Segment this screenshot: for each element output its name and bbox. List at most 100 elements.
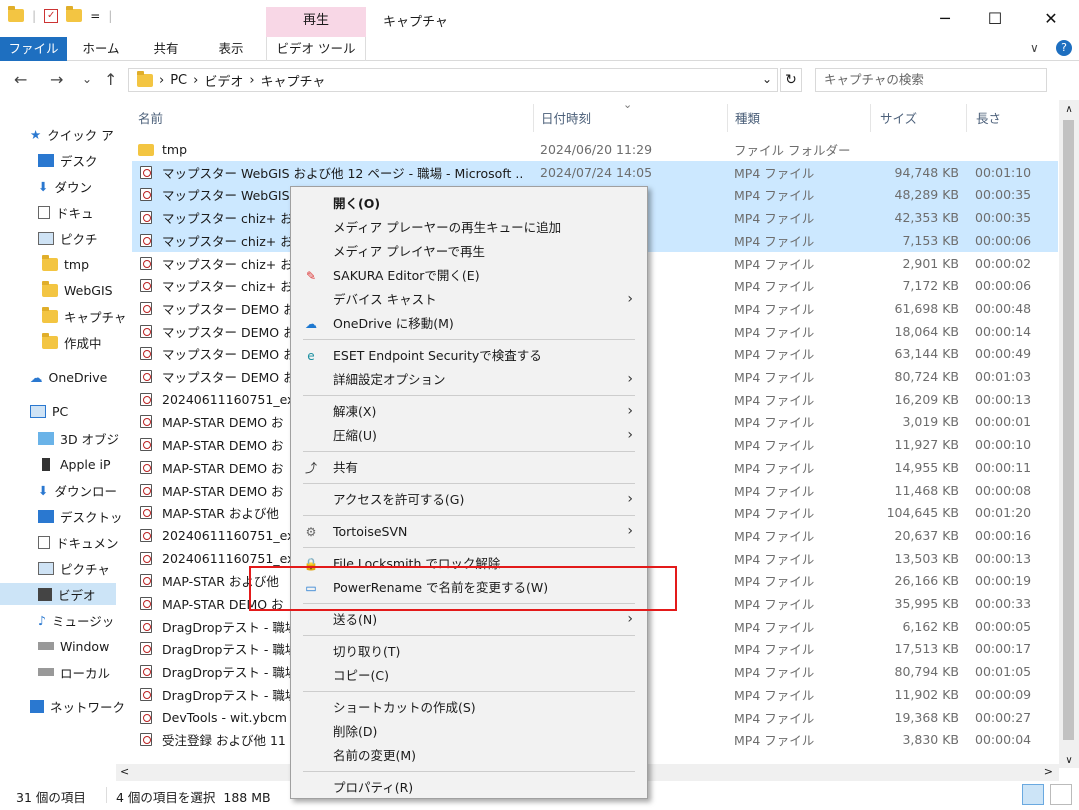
scroll-up-icon[interactable]: ∧ xyxy=(1059,104,1079,115)
column-header-date[interactable]: 日付時刻 xyxy=(541,108,591,130)
menu-item-label: 圧縮(U) xyxy=(333,428,377,443)
table-row[interactable]: tmp 2024/06/20 11:29 ファイル フォルダー xyxy=(132,138,1058,161)
sakura-icon: ✎ xyxy=(305,269,317,283)
file-type: MP4 ファイル xyxy=(734,165,815,181)
menu-item[interactable]: ⚙ TortoiseSVN › xyxy=(291,520,647,543)
tab-file[interactable]: ファイル xyxy=(0,37,67,61)
address-bar[interactable]: › PC › ビデオ › キャプチャ xyxy=(128,68,778,92)
share-icon: ⤴ xyxy=(304,461,317,475)
menu-item-label: 切り取り(T) xyxy=(333,644,401,659)
back-button[interactable]: ← xyxy=(14,70,27,89)
large-icons-view-icon[interactable] xyxy=(1050,784,1072,805)
menu-item[interactable]: ☁ OneDrive に移動(M) xyxy=(291,312,647,335)
forward-button[interactable]: → xyxy=(50,70,63,89)
menu-item[interactable]: ⤴ 共有 xyxy=(291,456,647,479)
menu-item[interactable]: 開く(O) xyxy=(291,192,647,215)
properties-check-icon[interactable]: ✓ xyxy=(44,8,59,23)
column-divider[interactable] xyxy=(727,104,728,132)
submenu-arrow-icon: › xyxy=(627,403,633,419)
file-type: MP4 ファイル xyxy=(734,460,815,476)
menu-item[interactable]: ショートカットの作成(S) xyxy=(291,696,647,719)
menu-item[interactable]: メディア プレイヤーで再生 xyxy=(291,240,647,263)
new-folder-icon[interactable] xyxy=(66,6,83,22)
scroll-left-icon[interactable]: < xyxy=(120,765,129,778)
menu-item[interactable]: 削除(D) xyxy=(291,720,647,743)
column-header-size[interactable]: サイズ xyxy=(880,108,917,130)
nav-onedrive[interactable]: ☁ OneDrive xyxy=(30,366,146,388)
file-name: マップスター WebGIS および他 12 ページ - 職場 - Microso… xyxy=(162,165,522,181)
menu-item[interactable]: ✎ SAKURA Editorで開く(E) xyxy=(291,264,647,287)
nav-network[interactable]: ネットワーク xyxy=(30,695,146,717)
menu-item[interactable]: 詳細設定オプション › xyxy=(291,368,647,391)
column-header-type[interactable]: 種類 xyxy=(735,108,760,130)
table-row[interactable]: マップスター WebGIS および他 12 ページ - 職場 - Microso… xyxy=(132,160,1058,184)
file-length: 00:00:27 xyxy=(975,709,1032,725)
folder-icon xyxy=(8,6,24,22)
file-size: 35,995 KB xyxy=(894,596,959,611)
help-icon[interactable]: ? xyxy=(1056,40,1072,56)
up-button[interactable]: ↑ xyxy=(104,70,117,89)
onedrive-icon: ☁ xyxy=(305,317,317,331)
menu-item[interactable]: e ESET Endpoint Securityで検査する xyxy=(291,344,647,367)
menu-item[interactable]: コピー(C) xyxy=(291,664,647,687)
breadcrumb-pc[interactable]: PC xyxy=(170,73,187,88)
video-file-icon xyxy=(140,574,152,588)
file-length: 00:00:01 xyxy=(975,414,1032,430)
nav-quick-access[interactable]: ★ クイック ア xyxy=(30,123,146,145)
search-input[interactable]: キャプチャの検索 xyxy=(815,68,1047,92)
ribbon-expand-icon[interactable]: ∨ xyxy=(1030,41,1039,55)
menu-item[interactable]: 解凍(X) › xyxy=(291,400,647,423)
menu-item[interactable]: デバイス キャスト › xyxy=(291,288,647,311)
details-view-icon[interactable] xyxy=(1022,784,1044,805)
column-header-length[interactable]: 長さ xyxy=(976,108,1001,130)
menu-separator xyxy=(303,515,635,516)
menu-item[interactable]: 切り取り(T) xyxy=(291,640,647,663)
scroll-thumb[interactable] xyxy=(1063,120,1074,740)
video-icon xyxy=(38,587,52,601)
context-menu: 開く(O) メディア プレーヤーの再生キューに追加 メディア プレイヤーで再生 ✎ SA… xyxy=(290,186,648,799)
recent-locations-button[interactable]: ⌄ xyxy=(82,72,92,86)
tab-view[interactable]: 表示 xyxy=(205,37,257,61)
breadcrumb-video[interactable]: ビデオ xyxy=(204,71,243,90)
submenu-arrow-icon: › xyxy=(627,427,633,443)
address-dropdown-icon[interactable]: ⌄ xyxy=(762,72,772,86)
file-type: MP4 ファイル xyxy=(734,528,815,544)
file-length: 00:01:10 xyxy=(975,164,1032,180)
scroll-down-icon[interactable]: ∨ xyxy=(1059,755,1079,766)
nav-videos[interactable]: ビデオ xyxy=(0,583,116,605)
video-file-icon xyxy=(140,211,152,225)
scroll-right-icon[interactable]: > xyxy=(1044,765,1053,778)
maximize-button[interactable]: ☐ xyxy=(970,0,1020,37)
vertical-scrollbar[interactable]: ∧ ∨ xyxy=(1059,100,1079,768)
menu-item[interactable]: 送る(N) › xyxy=(291,608,647,631)
tab-share[interactable]: 共有 xyxy=(140,37,192,61)
video-file-icon xyxy=(140,279,152,293)
breadcrumb-capture[interactable]: キャプチャ xyxy=(261,71,326,90)
column-divider[interactable] xyxy=(966,104,967,132)
minimize-button[interactable]: ─ xyxy=(920,0,970,37)
folder-icon xyxy=(42,254,58,271)
column-header-name[interactable]: 名前 xyxy=(138,108,163,130)
qat-customize-icon[interactable]: = xyxy=(90,9,100,23)
refresh-button[interactable]: ↻ xyxy=(780,68,802,92)
column-divider[interactable] xyxy=(533,104,534,132)
quick-access-toolbar: | ✓ = | xyxy=(8,6,113,23)
menu-item[interactable]: 名前の変更(M) xyxy=(291,744,647,767)
tab-home[interactable]: ホーム xyxy=(75,37,127,61)
menu-item[interactable]: アクセスを許可する(G) › xyxy=(291,488,647,511)
menu-item[interactable]: プロパティ(R) xyxy=(291,776,647,799)
nav-pc[interactable]: PC xyxy=(30,400,146,422)
menu-item[interactable]: 圧縮(U) › xyxy=(291,424,647,447)
menu-separator xyxy=(303,339,635,340)
close-button[interactable]: ✕ xyxy=(1026,0,1076,37)
menu-item-label: コピー(C) xyxy=(333,668,389,683)
tab-video-tools[interactable]: ビデオ ツール xyxy=(266,37,366,61)
download-icon: ⬇ xyxy=(38,178,49,194)
menu-item-label: プロパティ(R) xyxy=(333,780,414,795)
column-divider[interactable] xyxy=(870,104,871,132)
file-length: 00:00:11 xyxy=(975,459,1032,475)
file-size: 2,901 KB xyxy=(902,255,959,271)
menu-item[interactable]: メディア プレーヤーの再生キューに追加 xyxy=(291,216,647,239)
file-type: MP4 ファイル xyxy=(734,574,815,590)
file-type: MP4 ファイル xyxy=(734,256,815,272)
